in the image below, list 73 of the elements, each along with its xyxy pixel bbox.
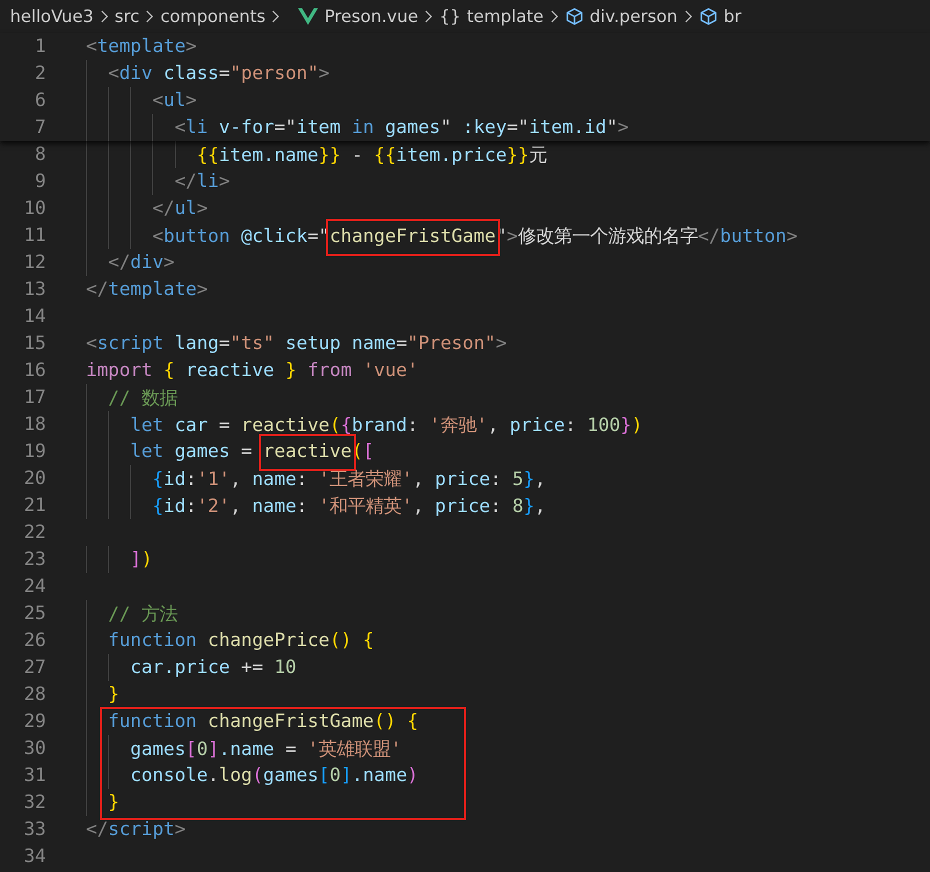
code-line: console.log(games[0].name) xyxy=(130,765,418,786)
code-line: {id:'1', name: '王者荣耀', price: 5}, xyxy=(152,468,546,491)
breadcrumb-item[interactable]: helloVue3 xyxy=(10,6,94,26)
line-number: 20 xyxy=(22,468,46,489)
line-number: 6 xyxy=(34,90,46,111)
vue-logo-icon xyxy=(298,8,318,25)
line-number: 9 xyxy=(34,171,46,192)
code-line: </div> xyxy=(108,252,175,273)
code-line: import { reactive } from 'vue' xyxy=(86,360,418,381)
code-line: </template> xyxy=(86,279,208,300)
code-line: } xyxy=(108,792,120,813)
line-number: 17 xyxy=(22,387,46,408)
chevron-icon xyxy=(684,9,693,24)
chevron-icon xyxy=(145,9,154,24)
line-number: 2 xyxy=(34,63,46,84)
line-number: 11 xyxy=(22,225,46,246)
code-line: // 数据 xyxy=(108,387,178,410)
line-number: 32 xyxy=(22,792,46,813)
code-line: games[0].name = '英雄联盟' xyxy=(130,738,402,761)
line-number: 18 xyxy=(22,414,46,435)
line-number: 16 xyxy=(22,360,46,381)
chevron-icon xyxy=(271,9,280,24)
line-number: 13 xyxy=(22,279,46,300)
line-number: 1 xyxy=(34,36,46,57)
line-number: 12 xyxy=(22,252,46,273)
breadcrumb-item[interactable]: br xyxy=(724,6,742,26)
line-number: 22 xyxy=(22,522,46,543)
code-line: <li v-for="item in games" :key="item.id"> xyxy=(174,117,629,138)
line-number: 19 xyxy=(22,441,46,462)
cube-icon xyxy=(698,7,718,26)
breadcrumb-item[interactable]: template xyxy=(466,6,544,26)
code-line: function changeFristGame() { xyxy=(108,711,418,732)
chevron-icon xyxy=(424,9,434,24)
code-line: </ul> xyxy=(152,198,208,219)
line-number: 23 xyxy=(22,549,46,570)
breadcrumb-item[interactable]: div.person xyxy=(590,6,678,26)
code-line: {{item.name}} - {{item.price}}元 xyxy=(196,144,547,167)
code-line: let car = reactive({brand: '奔驰', price: 100}) xyxy=(130,414,643,437)
breadcrumb-item[interactable]: components xyxy=(160,6,266,26)
line-number: 25 xyxy=(22,603,46,624)
line-number: 29 xyxy=(22,711,46,732)
line-number: 10 xyxy=(22,198,46,219)
code-line: function changePrice() { xyxy=(108,630,374,651)
code-line: <script lang="ts" setup name="Preson"> xyxy=(86,333,507,354)
code-line: </li> xyxy=(174,171,230,192)
cube-icon xyxy=(564,7,584,26)
code-line: } xyxy=(108,684,120,705)
line-number: 28 xyxy=(22,684,46,705)
chevron-icon xyxy=(100,9,109,24)
code-line: ]) xyxy=(130,549,152,570)
chevron-icon xyxy=(550,9,559,24)
code-line: car.price += 10 xyxy=(130,657,296,678)
line-number: 21 xyxy=(22,495,46,516)
code-line: {id:'2', name: '和平精英', price: 8}, xyxy=(152,495,546,518)
breadcrumb-item[interactable]: Preson.vue xyxy=(324,6,418,26)
code-line: <template> xyxy=(86,36,197,57)
breadcrumb-item[interactable]: src xyxy=(114,6,140,26)
line-number: 31 xyxy=(22,765,46,786)
code-line: // 方法 xyxy=(108,603,178,626)
code-line: </script> xyxy=(86,819,186,840)
code-line: <ul> xyxy=(152,90,197,111)
line-number: 24 xyxy=(22,576,46,597)
braces-icon: {} xyxy=(439,6,461,26)
line-number: 15 xyxy=(22,333,46,354)
line-number: 30 xyxy=(22,738,46,759)
code-line: <div class="person"> xyxy=(108,63,330,84)
line-number: 33 xyxy=(22,819,46,840)
line-number: 7 xyxy=(34,117,46,138)
line-number: 14 xyxy=(22,306,46,327)
line-number: 8 xyxy=(34,144,46,165)
line-number: 27 xyxy=(22,657,46,678)
line-number: 34 xyxy=(22,846,46,867)
line-number: 26 xyxy=(22,630,46,651)
